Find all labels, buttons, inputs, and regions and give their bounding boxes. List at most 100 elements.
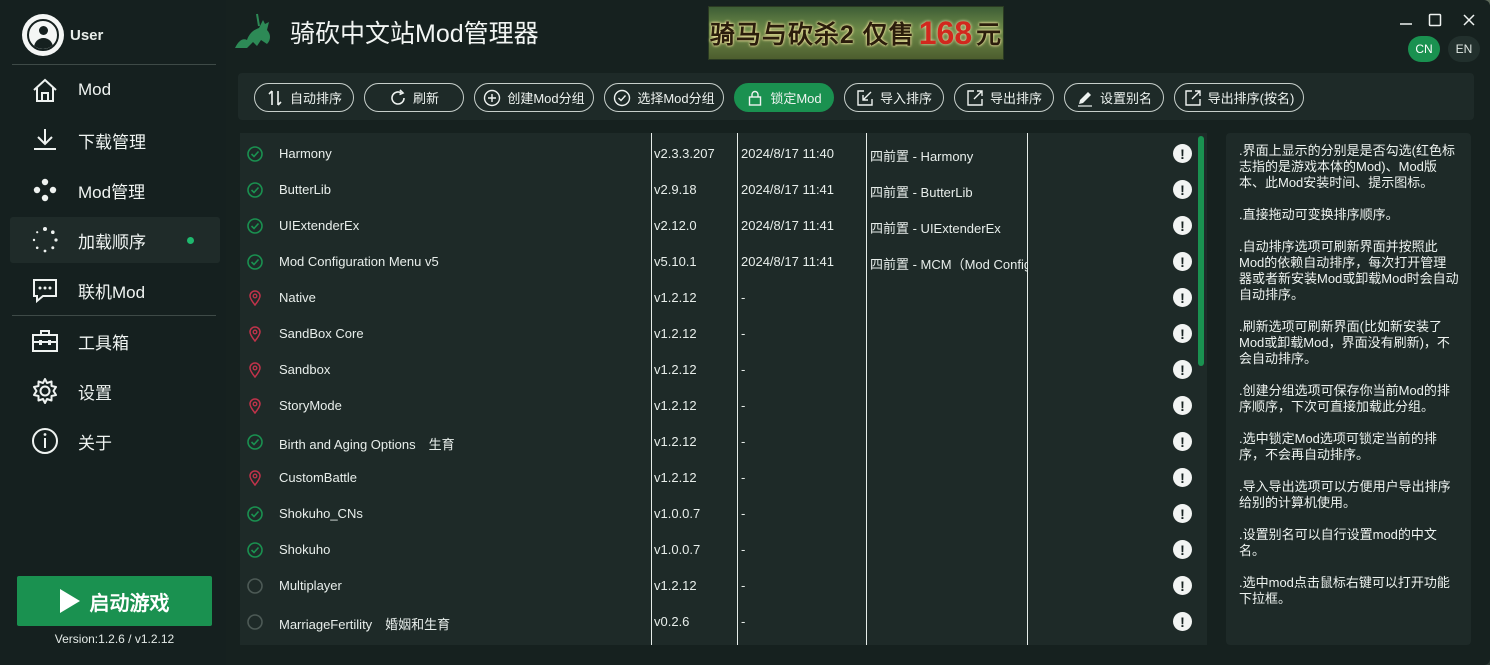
- pencil-icon: [1076, 89, 1094, 107]
- table-row[interactable]: Harmony v2.3.3.207 2024/8/17 11:40 四前置 - Ha…: [240, 135, 1195, 171]
- exclamation-icon[interactable]: !: [1173, 144, 1192, 163]
- exclamation-icon[interactable]: !: [1173, 468, 1192, 487]
- banner-text: 骑马与砍杀2 仅售: [709, 21, 915, 49]
- table-row[interactable]: Birth and Aging Options 生育 v1.2.12 -!: [240, 423, 1195, 459]
- exclamation-icon[interactable]: !: [1173, 252, 1192, 271]
- exclamation-icon[interactable]: !: [1173, 612, 1192, 631]
- table-row[interactable]: Shokuho v1.0.0.7 -!: [240, 531, 1195, 567]
- export-order-by-name-button[interactable]: 导出排序(按名): [1174, 83, 1304, 112]
- promo-banner[interactable]: 骑马与砍杀2 仅售 168 元: [708, 6, 1004, 60]
- table-row[interactable]: Mod Configuration Menu v5 v5.10.1 2024/8/1…: [240, 243, 1195, 279]
- maximize-button[interactable]: [1423, 10, 1447, 30]
- select-mod-group-label: 选择Mod分组: [637, 91, 715, 106]
- exclamation-icon[interactable]: !: [1173, 432, 1192, 451]
- exclamation-icon[interactable]: !: [1173, 324, 1192, 343]
- exclamation-icon[interactable]: !: [1173, 504, 1192, 523]
- check-circle-icon[interactable]: [247, 542, 263, 558]
- home-icon: [30, 75, 60, 105]
- table-row[interactable]: UIExtenderEx v2.12.0 2024/8/17 11:41 四前置 - …: [240, 207, 1195, 243]
- sidebar-item-toolbox[interactable]: 工具箱: [10, 318, 220, 364]
- avatar[interactable]: [22, 14, 64, 56]
- mod-load-order-table: Harmony v2.3.3.207 2024/8/17 11:40 四前置 - Ha…: [240, 133, 1207, 645]
- sidebar-item-about[interactable]: 关于: [10, 418, 220, 464]
- sidebar-item-settings[interactable]: 设置: [10, 368, 220, 414]
- auto-sort-button[interactable]: 自动排序: [254, 83, 354, 112]
- divider: [12, 315, 216, 316]
- user-profile[interactable]: User: [22, 13, 103, 57]
- language-cn-button[interactable]: CN: [1408, 36, 1440, 62]
- language-en-button[interactable]: EN: [1448, 36, 1480, 62]
- mod-version: v2.9.18: [654, 182, 697, 197]
- user-name: User: [70, 26, 104, 44]
- toolbox-icon: [30, 326, 60, 356]
- table-row[interactable]: CustomBattle v1.2.12 -!: [240, 459, 1195, 495]
- help-text: .设置别名可以自行设置mod的中文名。: [1239, 527, 1437, 558]
- sidebar-item-downloads[interactable]: 下载管理: [10, 117, 220, 163]
- sidebar-item-mod[interactable]: Mod: [10, 67, 220, 113]
- mod-install-date: 2024/8/17 11:40: [741, 146, 835, 161]
- check-circle-icon[interactable]: [247, 506, 263, 522]
- exclamation-icon[interactable]: !: [1173, 540, 1192, 559]
- check-circle-icon[interactable]: [247, 146, 263, 162]
- location-pin-icon[interactable]: [247, 362, 263, 379]
- check-circle-icon[interactable]: [247, 434, 263, 450]
- mod-version: v1.2.12: [654, 326, 697, 341]
- create-mod-group-button[interactable]: 创建Mod分组: [474, 83, 594, 112]
- close-button[interactable]: [1457, 10, 1481, 30]
- sidebar-item-label: 设置: [78, 383, 112, 403]
- banner-suffix: 元: [976, 21, 1003, 49]
- mod-install-date: 2024/8/17 11:41: [741, 218, 835, 233]
- check-circle-icon[interactable]: [247, 254, 263, 270]
- mod-name: CustomBattle: [279, 470, 358, 485]
- divider: [12, 64, 216, 65]
- table-row[interactable]: ButterLib v2.9.18 2024/8/17 11:41 四前置 - But…: [240, 171, 1195, 207]
- help-text: .选中mod点击鼠标右键可以打开功能下拉框。: [1239, 575, 1450, 606]
- table-row[interactable]: StoryMode v1.2.12 -!: [240, 387, 1195, 423]
- mod-name: UIExtenderEx: [279, 218, 360, 233]
- location-pin-icon[interactable]: [247, 398, 263, 415]
- minimize-button[interactable]: [1394, 10, 1418, 30]
- launch-game-button[interactable]: 启动游戏: [17, 576, 212, 626]
- table-scrollbar[interactable]: [1198, 136, 1204, 366]
- table-row[interactable]: MarriageFertility 婚姻和生育 v0.2.6 -!: [240, 603, 1195, 639]
- sidebar-item-load-order[interactable]: 加载顺序: [10, 217, 220, 263]
- table-row[interactable]: Sandbox v1.2.12 -!: [240, 351, 1195, 387]
- refresh-button[interactable]: 刷新: [364, 83, 464, 112]
- import-order-button[interactable]: 导入排序: [844, 83, 944, 112]
- table-row[interactable]: Native v1.2.12 -!: [240, 279, 1195, 315]
- table-row[interactable]: Shokuho_CNs v1.0.0.7 -!: [240, 495, 1195, 531]
- import-order-label: 导入排序: [879, 91, 932, 106]
- mod-name: Sandbox: [279, 362, 331, 377]
- location-pin-icon[interactable]: [247, 290, 263, 307]
- mod-install-date: 2024/8/17 11:41: [741, 182, 835, 197]
- sidebar-item-label: 联机Mod: [78, 282, 146, 302]
- location-pin-icon[interactable]: [247, 470, 263, 487]
- mod-version: v1.2.12: [654, 362, 697, 377]
- exclamation-icon[interactable]: !: [1173, 180, 1192, 199]
- check-circle-icon[interactable]: [247, 182, 263, 198]
- table-row[interactable]: Multiplayer v1.2.12 -!: [240, 567, 1195, 603]
- lock-mod-button[interactable]: 锁定Mod: [734, 83, 834, 112]
- location-pin-icon[interactable]: [247, 326, 263, 343]
- table-row[interactable]: SandBox Core v1.2.12 -!: [240, 315, 1195, 351]
- empty-circle-icon[interactable]: [247, 614, 263, 630]
- mod-version: v1.0.0.7: [654, 506, 701, 521]
- sidebar-item-multiplayer-mod[interactable]: 联机Mod: [10, 267, 220, 313]
- mod-prerequisite: 四前置 - MCM（Mod Configuration Menu）: [870, 257, 1028, 272]
- exclamation-icon[interactable]: !: [1173, 576, 1192, 595]
- exclamation-icon[interactable]: !: [1173, 360, 1192, 379]
- exclamation-icon[interactable]: !: [1173, 396, 1192, 415]
- mod-version: v1.2.12: [654, 290, 697, 305]
- select-mod-group-button[interactable]: 选择Mod分组: [604, 83, 724, 112]
- set-alias-button[interactable]: 设置别名: [1064, 83, 1164, 112]
- export-order-button[interactable]: 导出排序: [954, 83, 1054, 112]
- exclamation-icon[interactable]: !: [1173, 216, 1192, 235]
- sidebar-item-mod-management[interactable]: Mod管理: [10, 167, 220, 213]
- help-text: .选中锁定Mod选项可锁定当前的排序，不会再自动排序。: [1239, 431, 1437, 462]
- mod-version: v1.2.12: [654, 434, 697, 449]
- info-icon: [30, 426, 60, 456]
- mod-version: v1.2.12: [654, 578, 697, 593]
- check-circle-icon[interactable]: [247, 218, 263, 234]
- empty-circle-icon[interactable]: [247, 578, 263, 594]
- exclamation-icon[interactable]: !: [1173, 288, 1192, 307]
